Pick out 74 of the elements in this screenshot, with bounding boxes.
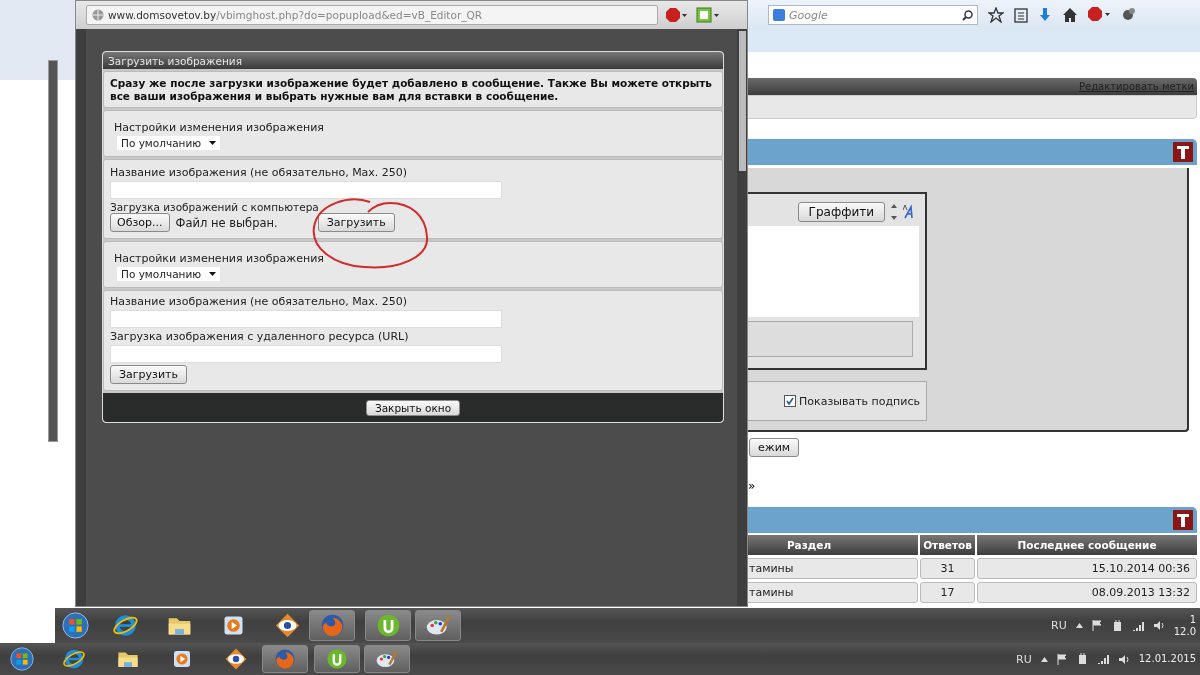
table-cell: 15.10.2014 00:36 [977,558,1197,579]
scrollbar-thumb[interactable] [739,31,746,171]
stop-sign-icon[interactable] [1088,7,1110,23]
upload-button[interactable]: Загрузить [317,213,395,232]
horseshoe-circle-icon [325,647,349,671]
taskbar-button[interactable] [415,610,461,641]
resize-arrows-icon[interactable] [891,204,897,220]
field-label: Загрузка изображения с удаленного ресурса (URL) [110,330,409,343]
home-icon[interactable] [1062,7,1078,23]
graffiti-button[interactable]: Граффити [797,202,885,222]
table-cell: 31 [920,558,975,579]
flag-icon [1091,620,1103,631]
signal-icon [1131,620,1144,631]
flag-icon [1056,653,1068,665]
taskbar-button[interactable] [314,645,360,673]
ringed-e-icon [111,612,139,639]
eye-icon [273,612,301,639]
power-icon [1111,619,1123,632]
search-icon [962,9,973,21]
mode-button[interactable]: ежим [749,438,800,457]
field-label: Настройки изменения изображения [114,121,324,134]
search-engine-icon [773,9,785,21]
eye-icon [224,647,248,671]
checkmark-icon [786,397,795,405]
search-field[interactable]: Google [768,5,978,25]
table-cell: 08.09.2013 13:32 [977,582,1197,603]
clock[interactable]: 12.01.2015 [1138,653,1196,665]
field-label: Название изображения (не обязательно, Max. 250) [110,295,408,308]
language-indicator[interactable]: RU [1016,652,1032,666]
start-orb-icon [61,612,89,639]
field-label: Загрузка изображений с компьютера [110,201,319,213]
signal-icon [1096,654,1109,664]
input-field[interactable] [110,181,502,199]
checkbox-label: Показывать подпись [799,394,920,408]
clipboard-icon[interactable] [1014,7,1028,23]
field-label: Название изображения (не обязательно, Max. 250) [110,166,408,179]
power-icon [1076,653,1088,665]
signature-checkbox[interactable] [784,395,797,407]
upload-button[interactable]: Загрузить [110,365,187,384]
fox-globe-icon [273,647,297,671]
resize-dropdown[interactable]: По умолчанию [117,267,221,281]
resize-dropdown[interactable]: По умолчанию [117,136,221,150]
collapse-icon[interactable] [1173,510,1193,530]
close-window-button[interactable]: Закрыть окно [365,399,461,416]
square-badge-icon[interactable] [696,7,720,23]
intro-text: Сразу же после загрузки изображение будет добавлено в сообщение. Также Вы можете открыть все ваши изображения и выбрать нужные вам для вставки в сообщение. [110,77,713,103]
speaker-icon [1117,653,1130,665]
panel-title: Загрузить изображения [103,52,723,69]
table-cell: 17 [920,582,975,603]
taskbar-button[interactable] [365,610,411,641]
column-header: Последнее сообщение [977,535,1197,555]
up-arrow-icon [1040,656,1048,662]
up-arrow-icon [1075,623,1083,628]
field-label: Настройки изменения изображения [114,252,324,265]
file-status: Файл не выбран. [175,215,278,230]
download-icon[interactable] [1038,7,1052,23]
star-icon[interactable] [988,7,1004,23]
language-indicator[interactable]: RU [1051,619,1067,632]
caret-icon [209,141,217,145]
url-field[interactable] [110,345,502,363]
speaker-icon [1152,620,1165,631]
column-header: Ответов [920,535,975,555]
collapse-icon[interactable] [1173,142,1193,162]
stop-sign-icon[interactable] [666,8,688,22]
start-orb-icon [10,647,34,671]
ringed-e-icon [62,647,86,671]
breadcrumb: » [748,479,757,493]
input-field[interactable] [110,310,502,328]
caret-icon [209,272,217,276]
taskbar-button[interactable] [364,645,410,673]
globe-icon [92,9,104,21]
browse-button[interactable]: Обзор... [110,213,170,232]
address-bar[interactable]: www.domsovetov.by/vbimghost.php?do=popupload&ed=vB_Editor_QR [86,5,658,25]
clock[interactable]: 1 12.0 [1173,613,1196,638]
